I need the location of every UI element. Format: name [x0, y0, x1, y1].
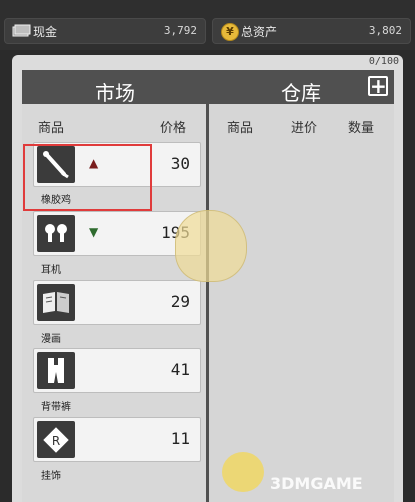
comic-book-icon — [37, 284, 75, 321]
warehouse-title: 仓库 — [281, 81, 321, 105]
cash-label: 现金 — [33, 25, 58, 39]
total-assets-value: 3,802 — [368, 24, 402, 37]
item-price: 11 — [170, 429, 190, 448]
market-item-pendant[interactable]: R 11 — [33, 417, 201, 462]
pendant-icon: R — [37, 421, 75, 458]
overalls-icon — [37, 352, 75, 389]
warehouse-column — [209, 104, 394, 502]
warehouse-col-quantity: 数量 — [348, 121, 375, 136]
item-name: 耳机 — [41, 265, 61, 276]
cash-display: 现金 3,792 — [4, 18, 206, 44]
cash-value: 3,792 — [163, 24, 197, 37]
market-col-price: 价格 — [160, 121, 187, 136]
item-price: 41 — [170, 360, 190, 379]
market-col-item: 商品 — [38, 121, 65, 136]
item-name: 挂饰 — [41, 471, 61, 482]
svg-text:R: R — [52, 434, 60, 448]
total-assets-label: 总资产 — [241, 25, 278, 39]
item-price: 29 — [170, 292, 190, 311]
coin-icon: ¥ — [221, 23, 239, 41]
warehouse-col-buy-price: 进价 — [291, 121, 318, 136]
total-assets-display: ¥ 总资产 3,802 — [212, 18, 411, 44]
highlight-box — [23, 144, 152, 211]
column-divider — [206, 104, 209, 502]
market-item-comic[interactable]: 29 — [33, 280, 201, 325]
watermark-mascot-icon — [222, 452, 264, 492]
price-down-icon: ▼ — [89, 225, 99, 239]
watermark-text: 3DMGAME — [270, 474, 363, 493]
item-name: 背带裤 — [41, 402, 71, 413]
item-price: 30 — [170, 154, 190, 173]
top-bar: 现金 3,792 ¥ 总资产 3,802 — [0, 0, 415, 50]
cash-stack-icon — [12, 24, 31, 37]
item-name: 漫画 — [41, 334, 61, 345]
warehouse-col-item: 商品 — [227, 121, 254, 136]
market-title: 市场 — [95, 81, 135, 105]
mascot-overlay — [175, 210, 247, 282]
add-capacity-button[interactable]: + — [368, 76, 388, 96]
warehouse-capacity: 0/100 — [368, 56, 399, 67]
market-item-overalls[interactable]: 41 — [33, 348, 201, 393]
earphones-icon — [37, 215, 75, 252]
panel-header — [22, 70, 394, 104]
